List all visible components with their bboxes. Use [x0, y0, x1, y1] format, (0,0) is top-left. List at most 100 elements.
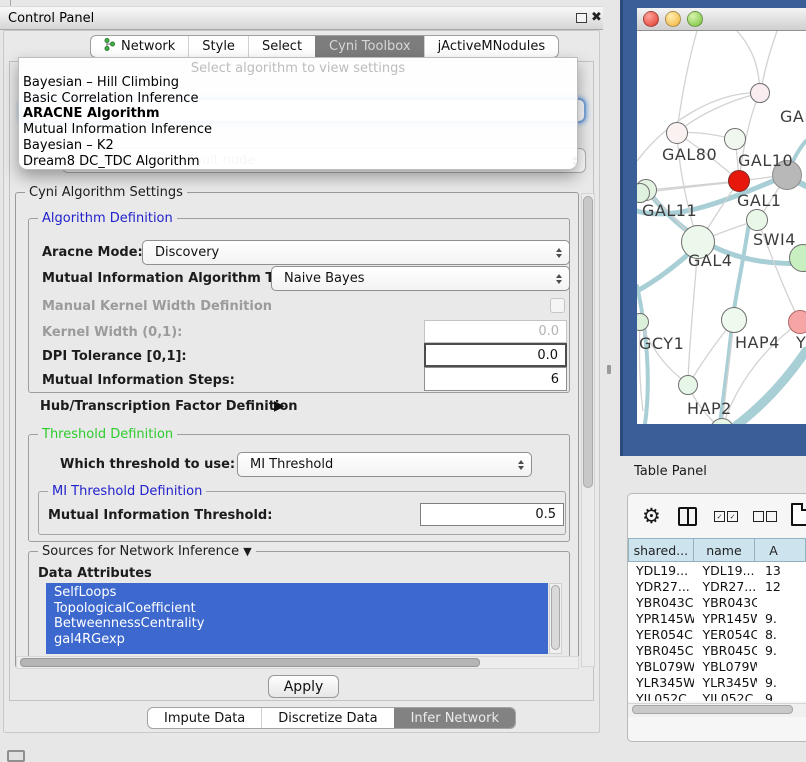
table-hscrollbar-thumb[interactable]	[632, 705, 793, 714]
network-node-hap4[interactable]	[721, 307, 747, 333]
algorithm-dropdown-popup: Select algorithm to view settings Bayesi…	[18, 57, 578, 170]
kernel-width-label: Kernel Width (0,1):	[42, 325, 182, 340]
network-icon	[104, 38, 115, 55]
table-header-row: shared... name A	[628, 538, 806, 562]
algorithm-option[interactable]: Bayesian – Hill Climbing	[23, 75, 573, 91]
collapse-arrow-icon[interactable]: ▼	[243, 545, 251, 558]
hub-definition-label[interactable]: Hub/Transcription Factor Definition	[40, 399, 298, 414]
table-row[interactable]: YLR345W YLR345W 9.	[628, 674, 806, 690]
attribute-item-selected[interactable]: TopologicalCoefficient	[46, 601, 548, 617]
algorithm-option-selected[interactable]: ARACNE Algorithm	[23, 106, 573, 122]
mi-threshold-label: Mutual Information Threshold:	[48, 508, 272, 523]
network-node[interactable]	[750, 83, 770, 103]
aracne-mode-combo[interactable]: Discovery	[142, 240, 570, 265]
algorithm-option[interactable]: Basic Correlation Inference	[23, 91, 573, 107]
network-node-pink-right[interactable]	[788, 310, 806, 334]
dpi-tolerance-label: DPI Tolerance [0,1]:	[42, 349, 187, 364]
network-edges	[637, 31, 806, 424]
control-panel-title: Control Panel	[8, 11, 94, 26]
mi-type-label: Mutual Information Algorithm Type:	[42, 271, 305, 286]
control-panel-tabs: Network Style Select Cyni Toolbox jActiv…	[90, 35, 559, 58]
algorithm-option[interactable]: Mutual Information Inference	[23, 122, 573, 138]
node-label: GAL	[780, 107, 806, 126]
tab-jactivemnodules[interactable]: jActiveMNodules	[424, 36, 559, 57]
zoom-window-icon[interactable]	[687, 11, 703, 27]
gear-icon[interactable]: ⚙	[642, 504, 661, 528]
table-row[interactable]: YBR045C YBR045C 9.	[628, 642, 806, 658]
minimized-panel-icon[interactable]	[7, 750, 25, 762]
attribute-item-selected[interactable]: BetweennessCentrality	[46, 616, 548, 632]
apply-button[interactable]: Apply	[268, 675, 339, 698]
manual-kernel-checkbox[interactable]	[550, 298, 565, 313]
tab-discretize-data[interactable]: Discretize Data	[261, 708, 393, 728]
node-label: GAL80	[662, 145, 717, 164]
tab-style[interactable]: Style	[188, 36, 248, 57]
kernel-width-field[interactable]: 0.0	[424, 320, 567, 343]
combo-stepper-icon	[556, 248, 562, 258]
node-label: SWI4	[753, 230, 796, 249]
table-row[interactable]: YBL079W YBL079W	[628, 658, 806, 674]
close-icon[interactable]: ✖	[591, 10, 602, 25]
new-table-icon[interactable]	[791, 503, 806, 526]
panel-splitter[interactable]	[607, 365, 611, 374]
mi-steps-field[interactable]: 6	[424, 367, 567, 391]
mi-type-combo[interactable]: Naive Bayes	[271, 266, 570, 291]
algorithm-option[interactable]: Dream8 DC_TDC Algorithm	[23, 154, 573, 170]
data-attributes-list[interactable]: SelfLoops TopologicalCoefficient Between…	[46, 583, 548, 654]
table-row[interactable]: YER054C YER054C 8.	[628, 626, 806, 642]
tab-select[interactable]: Select	[248, 36, 315, 57]
network-node-gal80[interactable]	[666, 122, 688, 144]
tab-network[interactable]: Network	[91, 36, 188, 57]
network-node-swi4[interactable]	[746, 209, 768, 231]
table-row[interactable]: YBR043C YBR043C	[628, 594, 806, 610]
tab-cyni-toolbox[interactable]: Cyni Toolbox	[315, 36, 424, 57]
node-label: HAP2	[687, 399, 732, 418]
tab-infer-network[interactable]: Infer Network	[394, 708, 515, 728]
attribute-item-selected[interactable]: SelfLoops	[46, 585, 548, 601]
node-label: GAL10	[738, 151, 793, 170]
tab-impute-data[interactable]: Impute Data	[148, 708, 261, 728]
settings-hscrollbar-thumb[interactable]	[20, 658, 480, 667]
attribute-table[interactable]: shared... name A YDL19... YDL19... 13 YD…	[628, 538, 806, 701]
network-node-gal10[interactable]	[724, 128, 746, 150]
aracne-mode-label: Aracne Mode:	[42, 245, 143, 260]
columns-icon[interactable]	[678, 507, 697, 526]
mi-threshold-field[interactable]: 0.5	[420, 503, 564, 526]
tab-label: Network	[121, 39, 175, 54]
column-header-cut[interactable]: A	[755, 538, 806, 562]
column-header-shared-name[interactable]: shared...	[628, 538, 694, 562]
minimize-window-icon[interactable]	[665, 11, 681, 27]
combo-stepper-icon	[556, 274, 562, 284]
dpi-tolerance-field[interactable]: 0.0	[424, 343, 567, 367]
table-panel-title: Table Panel	[634, 464, 707, 479]
attribute-item-selected[interactable]: gal4RGexp	[46, 632, 548, 648]
node-label: HAP4	[735, 333, 780, 352]
settings-vscrollbar-thumb[interactable]	[583, 196, 593, 488]
select-all-checks-icon[interactable]: ✓ ✓	[714, 511, 738, 522]
bottom-tabs: Impute Data Discretize Data Infer Networ…	[147, 707, 516, 729]
which-threshold-label: Which threshold to use:	[60, 457, 230, 472]
node-label: GAL4	[688, 251, 732, 270]
algorithm-option[interactable]: Bayesian – K2	[23, 138, 573, 154]
node-label: GCY1	[639, 334, 684, 353]
popup-hint: Select algorithm to view settings	[19, 61, 577, 76]
column-header-name[interactable]: name	[694, 538, 756, 562]
manual-kernel-label: Manual Kernel Width Definition	[42, 299, 272, 314]
float-window-icon[interactable]	[576, 13, 587, 23]
network-window-titlebar[interactable]	[637, 8, 806, 31]
network-canvas[interactable]: GAL GAL80 GAL10 GAL1 GAL11 SWI4 GAL4 GCY…	[637, 31, 806, 424]
which-threshold-combo[interactable]: MI Threshold	[237, 452, 532, 477]
table-row[interactable]: YDL19... YDL19... 13	[628, 562, 806, 578]
combo-stepper-icon	[518, 460, 524, 470]
control-panel-titlebar: Control Panel	[0, 6, 603, 30]
sources-title: Sources for Network Inference	[42, 544, 239, 559]
table-row[interactable]: YDR27... YDR27... 12	[628, 578, 806, 594]
close-window-icon[interactable]	[643, 11, 659, 27]
expand-arrow-icon[interactable]: ▶	[274, 398, 285, 414]
attributes-vscrollbar-thumb[interactable]	[551, 585, 560, 650]
deselect-all-icon[interactable]	[753, 511, 777, 522]
table-row[interactable]: YPR145W YPR145W 9.	[628, 610, 806, 626]
table-row[interactable]: YIL052C YIL052C 9.	[628, 690, 806, 701]
network-node-gal1-red[interactable]	[728, 170, 750, 192]
network-node-hap2[interactable]	[678, 375, 698, 395]
